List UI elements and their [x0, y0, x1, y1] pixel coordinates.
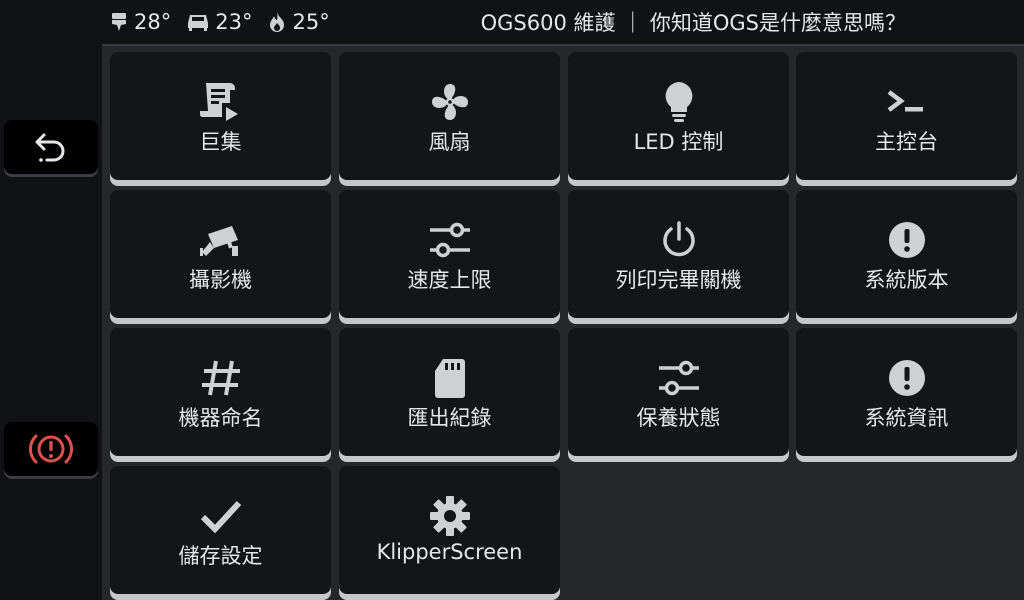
- emergency-stop-button[interactable]: [4, 422, 98, 476]
- tile-label: LED 控制: [633, 130, 724, 154]
- gear-icon: [429, 496, 470, 536]
- tile-system-info[interactable]: 系統資訊: [796, 328, 1017, 456]
- tile-shutdown-after-print[interactable]: 列印完畢關機: [568, 190, 789, 318]
- tile-label: 系統版本: [864, 268, 949, 292]
- tile-label: 巨集: [199, 130, 242, 154]
- nozzle-temperature[interactable]: 28°: [110, 10, 171, 34]
- top-bar: 28° 23° 25° OGS600 維護 ｜ 你知道OGS是什麼意思嗎？: [102, 0, 1024, 46]
- emergency-stop-icon: [29, 434, 73, 464]
- tile-led-control[interactable]: LED 控制: [568, 52, 789, 180]
- sliders-icon: [658, 360, 699, 396]
- checkmark-icon: [200, 500, 241, 534]
- alert-circle-icon: [888, 222, 925, 258]
- hash-icon: [201, 360, 240, 396]
- bed-icon: [188, 15, 209, 31]
- back-button[interactable]: [4, 120, 98, 174]
- tile-label: 匯出紀錄: [407, 406, 492, 430]
- tile-export-logs[interactable]: 匯出紀錄: [339, 328, 560, 456]
- tile-system-version[interactable]: 系統版本: [796, 190, 1017, 318]
- tile-label: 攝影機: [189, 268, 252, 292]
- tile-label: KlipperScreen: [376, 540, 523, 564]
- tile-macros[interactable]: 巨集: [110, 52, 331, 180]
- macro-script-icon: [199, 83, 238, 121]
- sliders-icon: [429, 222, 470, 258]
- tile-label: 列印完畢關機: [615, 268, 742, 292]
- tile-label: 風扇: [428, 130, 471, 154]
- flame-icon: [270, 12, 285, 32]
- fan-icon: [431, 84, 468, 120]
- alert-circle-icon: [888, 360, 925, 396]
- sidebar: [0, 0, 102, 600]
- tile-fan[interactable]: 風扇: [339, 52, 560, 180]
- sd-card-icon: [434, 359, 465, 398]
- chamber-temperature[interactable]: 25°: [268, 10, 330, 34]
- tile-speed-limit[interactable]: 速度上限: [339, 190, 560, 318]
- tile-camera[interactable]: 攝影機: [110, 190, 331, 318]
- nozzle-icon: [112, 13, 126, 31]
- status-message: OGS600 維護 ｜ 你知道OGS是什麼意思嗎？: [480, 11, 906, 35]
- camera-icon: [199, 226, 238, 256]
- tile-label: 主控台: [875, 130, 938, 154]
- console-icon: [887, 90, 923, 112]
- tile-label: 儲存設定: [178, 544, 263, 568]
- tile-console[interactable]: 主控台: [796, 52, 1017, 180]
- tile-label: 系統資訊: [864, 406, 949, 430]
- bed-temperature[interactable]: 23°: [187, 10, 252, 34]
- tile-maintenance-status[interactable]: 保養狀態: [568, 328, 789, 456]
- lightbulb-icon: [665, 82, 692, 122]
- tile-klipperscreen[interactable]: KlipperScreen: [339, 466, 560, 594]
- app-window: 28° 23° 25° OGS600 維護 ｜ 你知道OGS是什麼意思嗎？ 巨集…: [0, 0, 1024, 600]
- nozzle-temperature-value: 28°: [134, 10, 172, 34]
- tile-save-settings[interactable]: 儲存設定: [110, 466, 331, 594]
- tile-machine-name[interactable]: 機器命名: [110, 328, 331, 456]
- power-icon: [662, 221, 695, 257]
- menu-panel: 巨集 風扇 LED 控制 主控台 攝影機 速度上限 列印完畢關機 系統版本 機器…: [102, 46, 1024, 600]
- tile-label: 速度上限: [407, 268, 492, 292]
- tile-label: 機器命名: [178, 406, 263, 430]
- bed-temperature-value: 23°: [215, 10, 253, 34]
- back-arrow-icon: [35, 133, 65, 162]
- chamber-temperature-value: 25°: [292, 10, 330, 34]
- tile-label: 保養狀態: [636, 406, 721, 430]
